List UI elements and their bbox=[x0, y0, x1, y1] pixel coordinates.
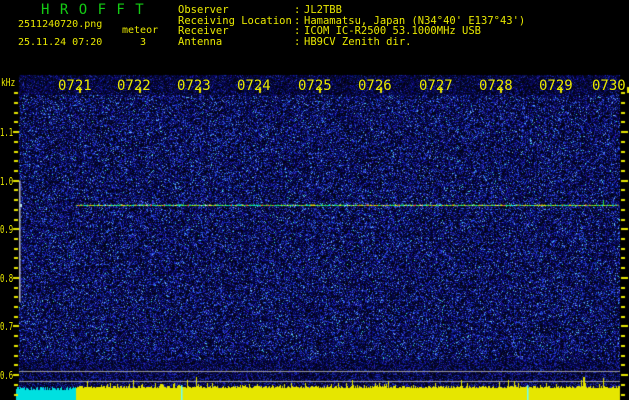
station-info-row: Observer: JL2TBB bbox=[178, 5, 525, 16]
y-axis-tick-label: 0.8 bbox=[0, 272, 14, 285]
mode-label: meteor bbox=[122, 25, 159, 36]
spectrogram-canvas bbox=[0, 0, 629, 400]
y-axis-tick-label: 1.0 bbox=[0, 175, 14, 188]
x-axis-time-label: 0730 bbox=[592, 78, 626, 94]
x-axis-time-label: 0727 bbox=[419, 78, 453, 94]
station-info-label: Antenna bbox=[178, 35, 223, 48]
station-info-row: Antenna: HB9CV Zenith dir. bbox=[178, 37, 525, 48]
app-title: H R O F F T bbox=[41, 2, 145, 18]
station-info-separator: : bbox=[294, 35, 301, 48]
station-info-value: JL2TBB bbox=[304, 4, 342, 16]
y-axis-tick-label: 0.6 bbox=[0, 369, 14, 382]
x-axis-time-label: 0726 bbox=[358, 78, 392, 94]
meteor-count: 3 bbox=[140, 37, 147, 48]
y-axis-unit-label: kHz bbox=[1, 76, 16, 89]
station-info-separator: : bbox=[294, 4, 301, 16]
station-info-label: Observer bbox=[178, 4, 229, 16]
hrofft-screen: H R O F F T 2511240720.png meteor 25.11.… bbox=[0, 0, 629, 400]
x-axis-time-label: 0728 bbox=[479, 78, 513, 94]
x-axis-time-label: 0721 bbox=[58, 78, 92, 94]
y-axis-tick-label: 0.7 bbox=[0, 320, 14, 333]
station-info: Observer: JL2TBB Receiving Location: Hamama… bbox=[178, 5, 525, 47]
x-axis-time-label: 0724 bbox=[237, 78, 271, 94]
x-axis-time-label: 0723 bbox=[177, 78, 211, 94]
station-info-value: HB9CV Zenith dir. bbox=[304, 35, 412, 48]
y-axis-tick-label: 0.9 bbox=[0, 223, 14, 236]
y-axis-tick-label: 1.1 bbox=[0, 126, 14, 139]
x-axis-time-label: 0729 bbox=[539, 78, 573, 94]
capture-filename: 2511240720.png bbox=[18, 19, 103, 30]
capture-datetime: 25.11.24 07:20 bbox=[18, 37, 103, 48]
x-axis-time-label: 0725 bbox=[298, 78, 332, 94]
x-axis-time-label: 0722 bbox=[117, 78, 151, 94]
